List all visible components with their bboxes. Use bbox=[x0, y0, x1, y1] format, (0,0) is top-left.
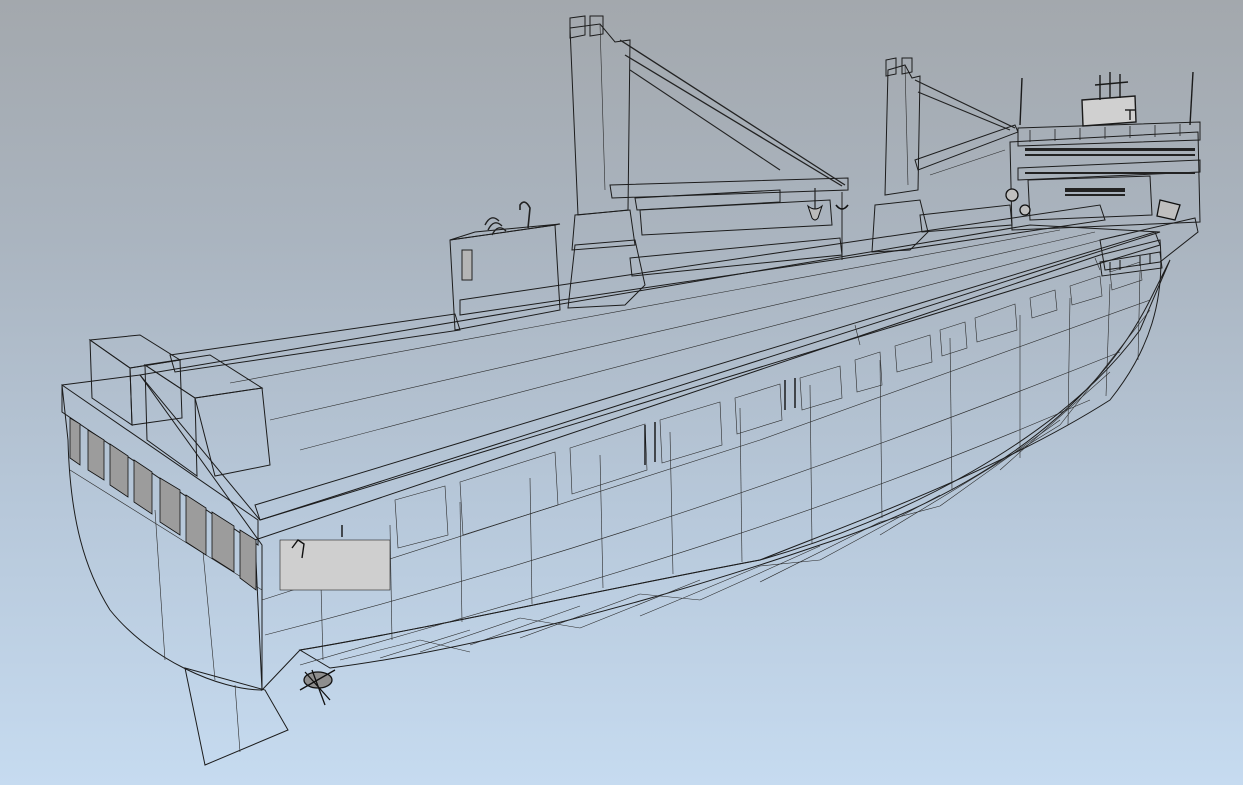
hull-side bbox=[254, 239, 1162, 692]
side-openings bbox=[279, 261, 1143, 591]
ship-model[interactable] bbox=[0, 0, 1243, 785]
rudder bbox=[184, 667, 289, 766]
aft-crane-jib bbox=[609, 39, 849, 260]
cad-3d-viewport[interactable] bbox=[0, 0, 1243, 785]
port-bulwark bbox=[169, 204, 1106, 373]
side-equipment bbox=[291, 378, 796, 559]
stern-windows bbox=[69, 417, 257, 591]
forward-crane bbox=[871, 57, 1019, 253]
stern-transom bbox=[61, 374, 263, 691]
propeller bbox=[299, 669, 336, 706]
hull-bottom bbox=[298, 259, 1171, 669]
main-deck bbox=[139, 224, 1161, 521]
aft-deckhouse bbox=[449, 201, 561, 331]
mast bbox=[1019, 71, 1194, 127]
bridge-superstructure bbox=[1005, 71, 1201, 231]
bridge-windows bbox=[1025, 148, 1195, 196]
